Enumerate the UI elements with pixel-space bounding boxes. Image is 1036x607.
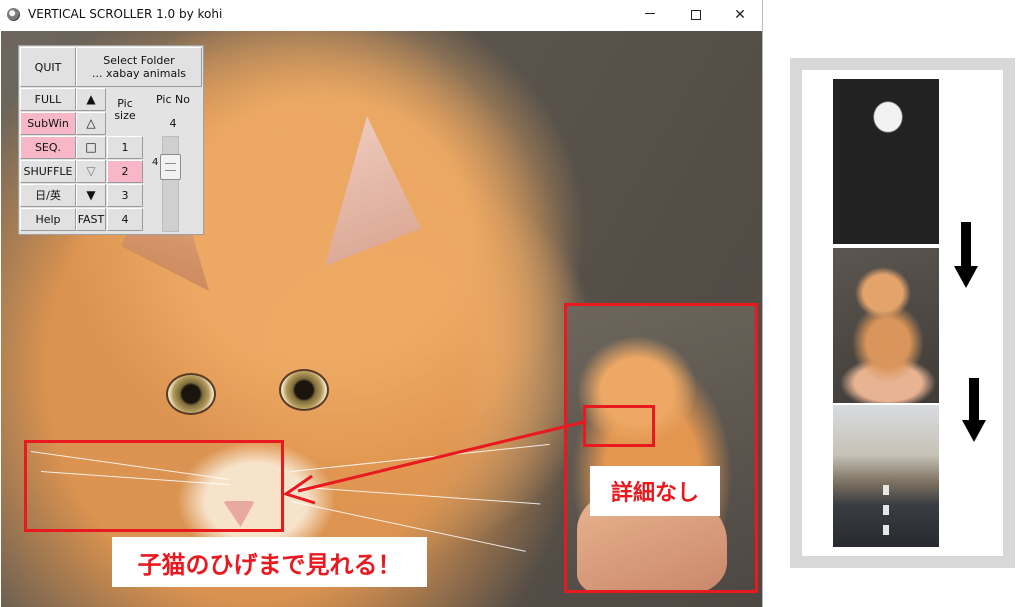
scroll-down-button[interactable]: ▽ — [76, 160, 106, 183]
title-bar[interactable]: VERTICAL SCROLLER 1.0 by kohi ✕ — [0, 0, 762, 30]
pic-no-label: Pic No — [156, 93, 190, 106]
kitten-ear-right — [325, 116, 421, 266]
vertical-scroller-window: VERTICAL SCROLLER 1.0 by kohi ✕ QUIT Sel… — [0, 0, 763, 607]
triangle-down-outline-icon: ▽ — [86, 164, 96, 178]
slider-grip-icon — [165, 163, 176, 171]
triangle-down-filled-icon: ▼ — [86, 188, 96, 202]
thumbnail-whisker-box — [583, 405, 655, 447]
language-toggle-button[interactable]: 日/英 — [20, 184, 76, 207]
folder-name-label: ... xabay animals — [92, 67, 186, 80]
close-icon: ✕ — [734, 7, 746, 23]
down-arrow-icon — [954, 222, 978, 288]
pic-no-value: 4 — [169, 117, 177, 130]
thumbnail-frame — [564, 303, 758, 593]
triangle-up-outline-icon: △ — [86, 116, 96, 130]
street-lane-marking — [883, 485, 889, 545]
quit-button[interactable]: QUIT — [20, 47, 76, 87]
strip-photo-kitten — [833, 248, 939, 403]
fast-button[interactable]: FAST — [76, 208, 106, 231]
scroll-up-fast-button[interactable]: ▲ — [76, 88, 106, 111]
scroll-down-fast-button[interactable]: ▼ — [76, 184, 106, 207]
shuffle-button[interactable]: SHUFFLE — [20, 160, 76, 183]
pic-no-slider-value: 4 — [152, 157, 159, 168]
kitten-whisker — [290, 443, 550, 472]
whisker-detail-caption: 子猫のひげまで見れる！ — [112, 537, 427, 587]
down-arrow-icon — [962, 378, 986, 442]
kitten-eye-left — [166, 373, 216, 415]
pic-no-slider-track[interactable] — [162, 136, 179, 232]
no-detail-caption: 詳細なし — [590, 466, 720, 516]
minimize-icon — [645, 12, 655, 14]
help-button[interactable]: Help — [20, 208, 76, 231]
pic-size-label: Pic size — [114, 97, 136, 122]
scroll-up-button[interactable]: △ — [76, 112, 106, 135]
pic-size-1-button[interactable]: 1 — [107, 136, 143, 159]
strip-photo-street — [833, 405, 939, 547]
strip-photo-dog — [833, 79, 939, 244]
maximize-button[interactable] — [673, 0, 719, 30]
close-button[interactable]: ✕ — [717, 0, 763, 30]
pic-size-3-button[interactable]: 3 — [107, 184, 143, 207]
control-panel: QUIT Select Folder ... xabay animals FUL… — [18, 45, 204, 235]
pic-size-4-button[interactable]: 4 — [107, 208, 143, 231]
maximize-icon — [691, 10, 701, 20]
minimize-button[interactable] — [627, 0, 673, 30]
full-button[interactable]: FULL — [20, 88, 76, 111]
select-folder-button[interactable]: Select Folder ... xabay animals — [76, 47, 202, 87]
kitten-eye-right — [279, 369, 329, 411]
pic-size-2-button[interactable]: 2 — [107, 160, 143, 183]
pic-no-slider-thumb[interactable] — [160, 154, 181, 180]
square-icon: □ — [85, 140, 97, 154]
window-title: VERTICAL SCROLLER 1.0 by kohi — [28, 7, 223, 21]
app-icon[interactable] — [7, 8, 20, 21]
subwin-button[interactable]: SubWin — [20, 112, 76, 135]
whisker-highlight-box — [24, 440, 284, 532]
seq-button[interactable]: SEQ. — [20, 136, 76, 159]
stop-button[interactable]: □ — [76, 136, 106, 159]
select-folder-label: Select Folder — [103, 54, 175, 67]
triangle-up-filled-icon: ▲ — [86, 92, 96, 106]
